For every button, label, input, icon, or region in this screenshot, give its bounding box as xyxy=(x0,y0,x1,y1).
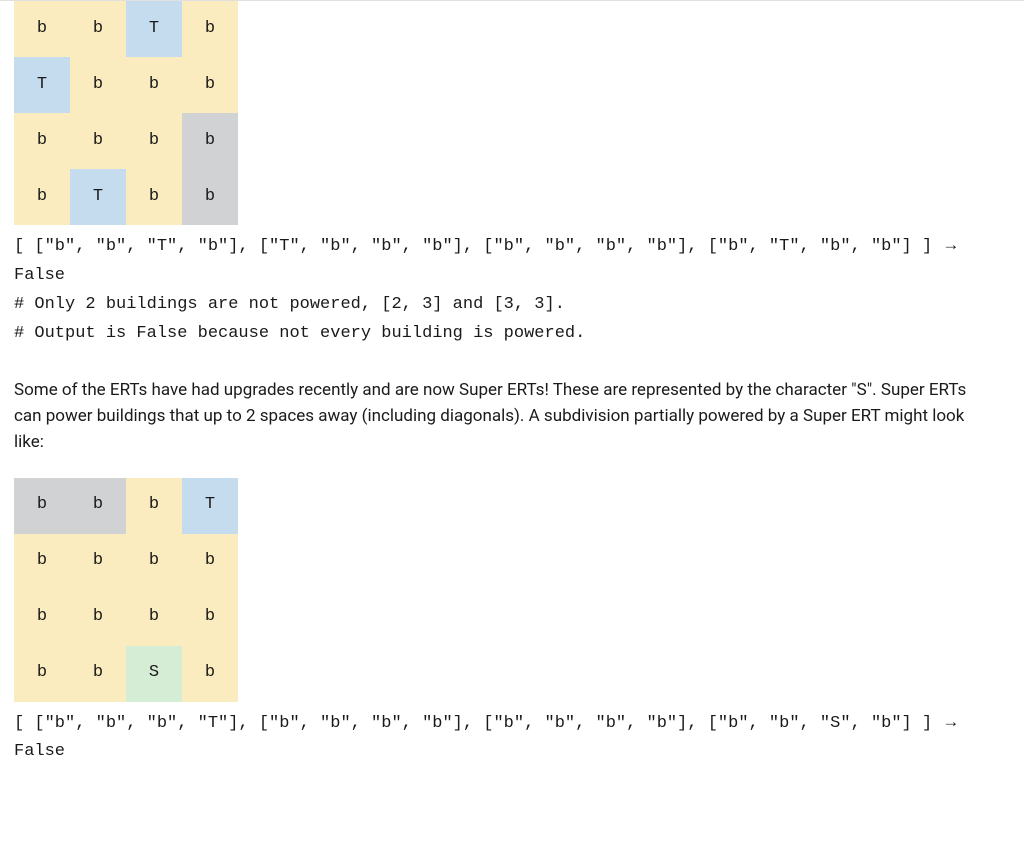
grid-cell: b xyxy=(70,478,126,534)
grid-cell: b xyxy=(14,113,70,169)
code-example-1: [ ["b", "b", "T", "b"], ["T", "b", "b", … xyxy=(14,231,1010,349)
grid-cell: b xyxy=(70,113,126,169)
grid-cell: b xyxy=(182,169,238,225)
grid-cell: S xyxy=(126,646,182,702)
grid-cell: b xyxy=(14,1,70,57)
grid-cell: b xyxy=(70,646,126,702)
grid-cell: b xyxy=(126,478,182,534)
grid-cell: T xyxy=(126,1,182,57)
grid-cell: b xyxy=(182,1,238,57)
grid-cell: b xyxy=(182,590,238,646)
grid-cell: b xyxy=(126,590,182,646)
grid-cell: T xyxy=(70,169,126,225)
example-grid-2: bbbTbbbbbbbbbbSb xyxy=(14,478,238,702)
code-example-2: [ ["b", "b", "b", "T"], ["b", "b", "b", … xyxy=(14,708,1010,768)
grid-cell: b xyxy=(182,646,238,702)
code-input-1: [ ["b", "b", "T", "b"], ["T", "b", "b", … xyxy=(14,237,942,256)
grid-cell: b xyxy=(14,478,70,534)
grid-cell: b xyxy=(14,590,70,646)
grid-cell: b xyxy=(70,590,126,646)
grid-cell: b xyxy=(70,534,126,590)
grid-cell: b xyxy=(182,534,238,590)
grid-cell: b xyxy=(126,169,182,225)
grid-cell: b xyxy=(126,57,182,113)
grid-cell: T xyxy=(14,57,70,113)
grid-cell: b xyxy=(126,534,182,590)
grid-cell: b xyxy=(182,113,238,169)
grid-cell: b xyxy=(126,113,182,169)
code-input-2: [ ["b", "b", "b", "T"], ["b", "b", "b", … xyxy=(14,714,942,733)
grid-cell: b xyxy=(14,169,70,225)
grid-cell: b xyxy=(14,534,70,590)
arrow-icon: → xyxy=(942,235,959,255)
grid-cell: b xyxy=(70,1,126,57)
code-comment-1b: # Output is False because not every buil… xyxy=(14,324,585,343)
grid-cell: b xyxy=(182,57,238,113)
page: bbTbTbbbbbbbbTbb [ ["b", "b", "T", "b"],… xyxy=(0,0,1024,811)
code-comment-1a: # Only 2 buildings are not powered, [2, … xyxy=(14,295,565,314)
arrow-icon: → xyxy=(942,712,959,732)
grid-cell: b xyxy=(70,57,126,113)
grid-cell: T xyxy=(182,478,238,534)
super-ert-description: Some of the ERTs have had upgrades recen… xyxy=(14,377,974,456)
grid-cell: b xyxy=(14,646,70,702)
example-grid-1: bbTbTbbbbbbbbTbb xyxy=(14,1,238,225)
